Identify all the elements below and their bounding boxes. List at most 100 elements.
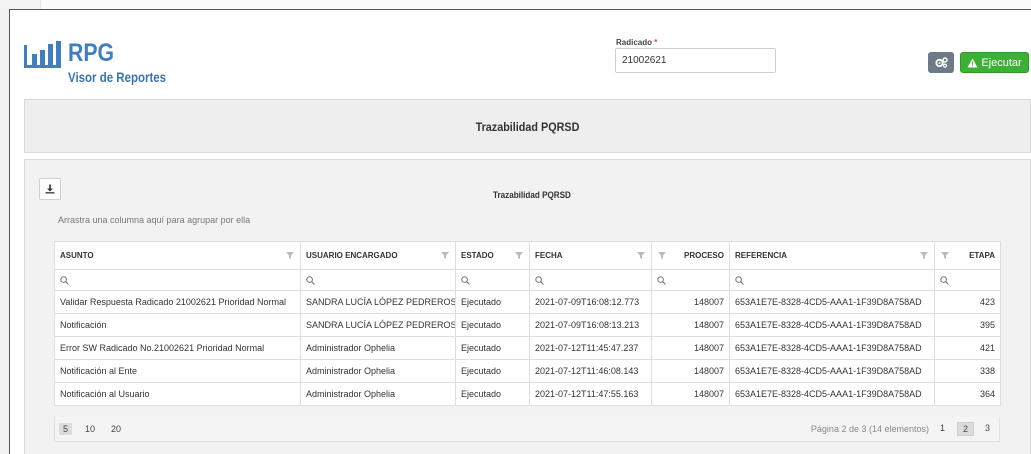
filter-icon[interactable] <box>515 252 523 259</box>
header-row: ASUNTO USUARIO ENCARGADO ESTADO FECHA PR… <box>54 241 1001 270</box>
cell-estado: Ejecutado <box>455 290 530 314</box>
column-header-estado[interactable]: ESTADO <box>455 241 530 270</box>
cell-referencia: 653A1E7E-8328-4CD5-AAA1-1F39D8A758AD <box>729 313 935 337</box>
report-title: Trazabilidad PQRSD <box>475 120 580 134</box>
filter-row <box>54 269 1001 291</box>
cell-fecha: 2021-07-12T11:45:47.237 <box>529 336 652 360</box>
table-row[interactable]: Notificación al Ente Administrador Ophel… <box>54 359 1001 383</box>
cell-asunto: Notificación <box>54 313 301 337</box>
gears-icon <box>934 57 948 68</box>
grid-title: Trazabilidad PQRSD <box>493 190 571 200</box>
cell-usuario: Administrador Ophelia <box>300 336 456 360</box>
column-header-proceso-label: PROCESO <box>683 251 724 260</box>
page-1[interactable]: 1 <box>935 422 950 434</box>
radicado-label: Radicado * <box>616 38 657 47</box>
column-header-usuario[interactable]: USUARIO ENCARGADO <box>300 241 456 270</box>
filter-icon[interactable] <box>637 252 645 259</box>
filter-cell-etapa[interactable] <box>934 269 1001 291</box>
filter-icon[interactable] <box>658 252 666 259</box>
page-2[interactable]: 2 <box>957 422 975 436</box>
radicado-input[interactable] <box>615 48 776 73</box>
cell-etapa: 421 <box>934 336 1001 360</box>
pager: 5 10 20 Página 2 de 3 (14 elementos) 1 2… <box>54 417 1000 442</box>
column-header-etapa[interactable]: ETAPA <box>934 241 1001 270</box>
column-header-fecha-label: FECHA <box>535 251 563 260</box>
table-row[interactable]: Notificación al Usuario Administrador Op… <box>54 382 1001 406</box>
column-header-asunto[interactable]: ASUNTO <box>54 241 301 270</box>
cell-referencia: 653A1E7E-8328-4CD5-AAA1-1F39D8A758AD <box>729 290 935 314</box>
cell-proceso: 148007 <box>651 290 730 314</box>
cell-estado: Ejecutado <box>455 313 530 337</box>
filter-cell-fecha[interactable] <box>529 269 652 291</box>
app-name: RPG <box>68 39 115 67</box>
page-size-5[interactable]: 5 <box>59 423 73 435</box>
column-header-referencia-label: REFERENCIA <box>735 251 788 260</box>
cell-usuario: Administrador Ophelia <box>300 359 456 383</box>
cell-usuario: SANDRA LUCÍA LÓPEZ PEDREROS <box>300 290 456 314</box>
search-icon <box>735 276 744 285</box>
search-icon <box>461 276 470 285</box>
page-3[interactable]: 3 <box>980 422 995 434</box>
filter-icon[interactable] <box>920 252 928 259</box>
cell-usuario: Administrador Ophelia <box>300 382 456 406</box>
download-button[interactable] <box>39 178 61 200</box>
column-header-proceso[interactable]: PROCESO <box>651 241 730 270</box>
search-icon <box>306 276 315 285</box>
filter-cell-asunto[interactable] <box>54 269 301 291</box>
cell-estado: Ejecutado <box>455 382 530 406</box>
cell-asunto: Error SW Radicado No.21002621 Prioridad … <box>54 336 301 360</box>
column-header-estado-label: ESTADO <box>461 251 494 260</box>
filter-icon[interactable] <box>441 252 449 259</box>
column-header-fecha[interactable]: FECHA <box>529 241 652 270</box>
run-button[interactable]: Ejecutar <box>960 52 1029 73</box>
pager-info: Página 2 de 3 (14 elementos) <box>810 424 929 434</box>
table-row[interactable]: Validar Respuesta Radicado 21002621 Prio… <box>54 290 1001 314</box>
app-subtitle: Visor de Reportes <box>68 69 167 85</box>
app-logo: RPG Visor de Reportes <box>24 39 184 91</box>
top-strip-segment <box>40 0 1031 9</box>
table-row[interactable]: Error SW Radicado No.21002621 Prioridad … <box>54 336 1001 360</box>
bar-chart-logo-icon <box>24 41 61 68</box>
filter-cell-usuario[interactable] <box>300 269 456 291</box>
cell-asunto: Validar Respuesta Radicado 21002621 Prio… <box>54 290 301 314</box>
column-header-usuario-label: USUARIO ENCARGADO <box>306 251 398 260</box>
cell-referencia: 653A1E7E-8328-4CD5-AAA1-1F39D8A758AD <box>729 359 935 383</box>
search-icon <box>657 276 666 285</box>
cell-fecha: 2021-07-09T16:08:13.213 <box>529 313 652 337</box>
settings-button[interactable] <box>928 52 954 73</box>
cell-asunto: Notificación al Usuario <box>54 382 301 406</box>
table-row[interactable]: Notificación SANDRA LUCÍA LÓPEZ PEDREROS… <box>54 313 1001 337</box>
search-icon <box>940 276 949 285</box>
run-button-label: Ejecutar <box>981 56 1022 69</box>
report-title-panel: Trazabilidad PQRSD <box>24 99 1031 153</box>
column-header-etapa-label: ETAPA <box>969 251 995 260</box>
cell-fecha: 2021-07-09T16:08:12.773 <box>529 290 652 314</box>
filter-cell-proceso[interactable] <box>651 269 730 291</box>
column-header-asunto-label: ASUNTO <box>60 251 94 260</box>
cell-fecha: 2021-07-12T11:47:55.163 <box>529 382 652 406</box>
top-strip <box>0 0 1031 9</box>
page-size-10[interactable]: 10 <box>81 423 99 435</box>
cell-proceso: 148007 <box>651 382 730 406</box>
warning-icon <box>967 58 978 67</box>
cell-asunto: Notificación al Ente <box>54 359 301 383</box>
cell-estado: Ejecutado <box>455 359 530 383</box>
filter-cell-referencia[interactable] <box>729 269 935 291</box>
filter-icon[interactable] <box>941 252 949 259</box>
search-icon <box>60 276 69 285</box>
column-header-referencia[interactable]: REFERENCIA <box>729 241 935 270</box>
filter-cell-estado[interactable] <box>455 269 530 291</box>
cell-usuario: SANDRA LUCÍA LÓPEZ PEDREROS <box>300 313 456 337</box>
search-icon <box>535 276 544 285</box>
cell-etapa: 364 <box>934 382 1001 406</box>
cell-etapa: 395 <box>934 313 1001 337</box>
radicado-label-text: Radicado <box>616 38 653 47</box>
filter-icon[interactable] <box>286 252 294 259</box>
cell-proceso: 148007 <box>651 313 730 337</box>
cell-fecha: 2021-07-12T11:46:08.143 <box>529 359 652 383</box>
group-panel-hint[interactable]: Arrastra una columna aquí para agrupar p… <box>58 215 250 225</box>
required-mark: * <box>654 38 658 47</box>
cell-etapa: 338 <box>934 359 1001 383</box>
cell-proceso: 148007 <box>651 336 730 360</box>
page-size-20[interactable]: 20 <box>107 423 125 435</box>
